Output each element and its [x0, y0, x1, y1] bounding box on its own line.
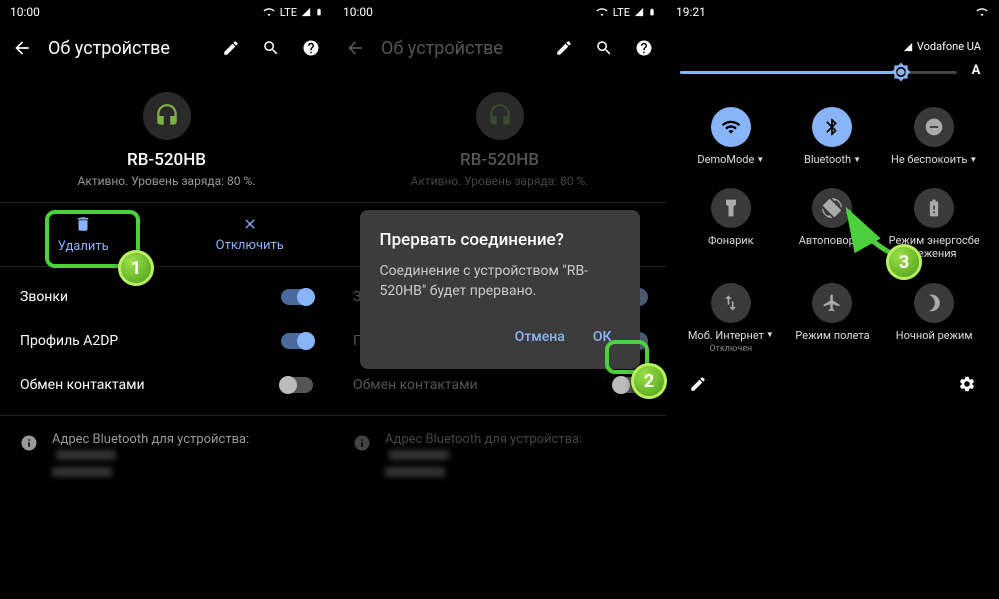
tile-label: Не беспокоить ▼ [891, 153, 977, 166]
cancel-button[interactable]: Отмена [507, 325, 573, 349]
carrier-label: Vodafone UA [684, 40, 981, 53]
auto-brightness-icon[interactable]: A [967, 63, 985, 81]
screen-device-settings: 10:00 LTE Об устройстве RB-520HB Активно… [0, 0, 333, 599]
edit-icon[interactable] [221, 38, 241, 58]
brightness-icon[interactable] [891, 62, 911, 82]
wifi-icon [711, 107, 751, 147]
info-icon [20, 434, 38, 456]
screen-quick-settings: 19:21 Vodafone UA A DemoMode ▼ Bluetooth… [666, 0, 999, 599]
tile-wifi[interactable]: DemoMode ▼ [680, 101, 782, 172]
settings-list: Звонки Профиль A2DP Обмен контактами [0, 267, 333, 415]
night-icon [914, 283, 954, 323]
info-label: Адрес Bluetooth для устройства: [52, 432, 249, 447]
tile-label: DemoMode ▼ [697, 153, 764, 166]
dialog-title: Прервать соединение? [380, 230, 620, 250]
device-name: RB-520HB [127, 150, 206, 170]
device-header: RB-520HB Активно. Уровень заряда: 80 %. [0, 72, 333, 202]
battery-icon [914, 188, 954, 228]
dialog-overlay: Прервать соединение? Соединение с устрой… [333, 0, 666, 599]
status-time: 10:00 [10, 5, 40, 19]
tile-label: Bluetooth ▼ [804, 153, 861, 166]
slider-track[interactable] [680, 71, 957, 74]
setting-calls[interactable]: Звонки [0, 275, 333, 319]
bluetooth-address-row: Адрес Bluetooth для устройства: [0, 415, 333, 493]
page-title: Об устройстве [48, 38, 205, 59]
quick-tiles: DemoMode ▼ Bluetooth ▼ Не беспокоить ▼ Ф… [680, 101, 985, 360]
tile-airplane[interactable]: Режим полета [782, 277, 884, 360]
tile-flash[interactable]: Фонарик [680, 182, 782, 266]
setting-a2dp[interactable]: Профиль A2DP [0, 319, 333, 363]
toggle-on[interactable] [281, 289, 313, 305]
status-bar: 19:21 [666, 0, 999, 24]
step-badge-2: 2 [631, 363, 667, 399]
data-icon [711, 283, 751, 323]
dialog-message: Соединение с устройством "RB-520HB" буде… [380, 262, 620, 301]
tile-dnd[interactable]: Не беспокоить ▼ [883, 101, 985, 172]
toggle-off[interactable] [281, 377, 313, 393]
tile-night[interactable]: Ночной режим [883, 277, 985, 360]
status-time: 19:21 [676, 5, 706, 19]
header: Об устройстве [0, 24, 333, 72]
step-badge-1: 1 [118, 250, 154, 286]
search-icon[interactable] [261, 38, 281, 58]
edit-tiles-icon[interactable] [688, 374, 708, 394]
tile-sublabel: Отключен [709, 344, 752, 354]
flash-icon [711, 188, 751, 228]
tile-label: Ночной режим [896, 329, 973, 342]
dnd-icon [914, 107, 954, 147]
back-button[interactable] [12, 38, 32, 58]
brightness-slider[interactable]: A [680, 63, 985, 81]
tile-label: Режим полета [795, 329, 869, 342]
confirm-dialog: Прервать соединение? Соединение с устрой… [360, 210, 640, 369]
help-icon[interactable] [301, 38, 321, 58]
headphones-icon [143, 92, 191, 140]
device-status: Активно. Уровень заряда: 80 %. [78, 174, 256, 188]
airplane-icon [812, 283, 852, 323]
step-badge-3: 3 [886, 244, 922, 280]
tile-label: Фонарик [708, 234, 754, 247]
bluetooth-icon [812, 107, 852, 147]
tile-data[interactable]: Моб. Интернет ▼ Отключен [680, 277, 782, 360]
status-bar: 10:00 LTE [0, 0, 333, 24]
disconnect-label: Отключить [216, 238, 284, 253]
status-icons: LTE [262, 6, 323, 19]
disconnect-button[interactable]: Отключить [167, 203, 334, 266]
screen-dialog: 10:00 LTE Об устройстве RB-520HB Активно… [333, 0, 666, 599]
toggle-on[interactable] [281, 333, 313, 349]
tile-bluetooth[interactable]: Bluetooth ▼ [782, 101, 884, 172]
tile-label: Моб. Интернет ▼ [688, 329, 774, 342]
setting-contacts[interactable]: Обмен контактами [0, 363, 333, 407]
settings-gear-icon[interactable] [957, 374, 977, 394]
